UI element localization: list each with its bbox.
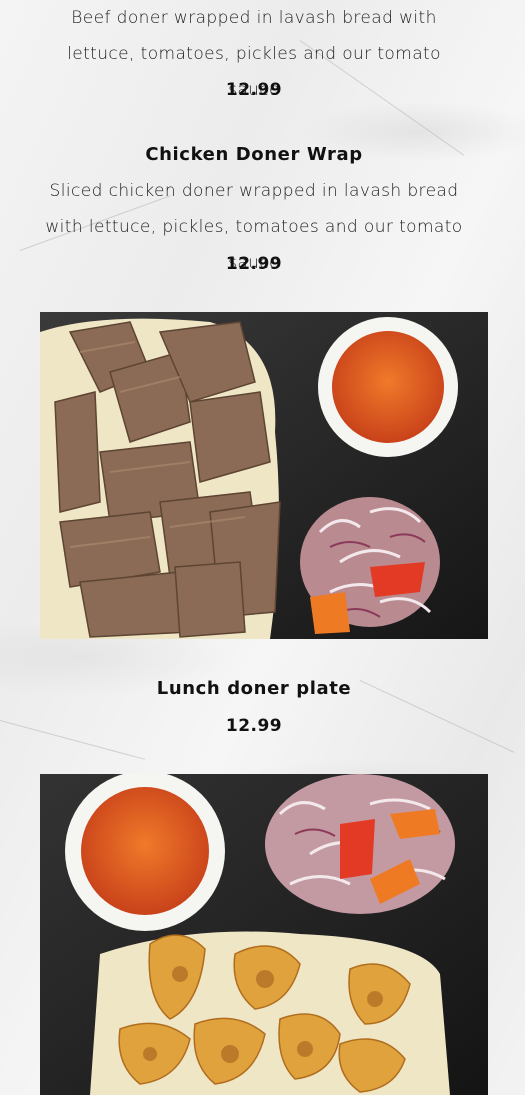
chicken-plate-photo [40,774,488,1095]
lunch-doner-plate-price: 12.99 [225,716,283,736]
beef-doner-wrap-price: 12.99 [225,80,283,100]
chicken-plate-illustration [40,774,488,1095]
lunch-doner-plate-photo [40,312,488,639]
doner-plate-illustration [40,312,488,639]
lunch-doner-plate-title: Lunch doner plate [156,678,352,699]
chicken-doner-wrap-title: Chicken Doner Wrap [145,144,363,165]
chicken-doner-wrap-price: 12.99 [225,254,283,274]
